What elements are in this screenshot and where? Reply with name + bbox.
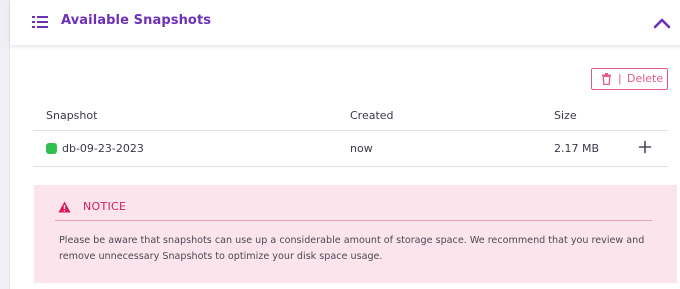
trash-icon [602, 73, 611, 85]
delete-button[interactable]: | Delete [591, 68, 668, 90]
column-header-snapshot[interactable]: Snapshot [46, 109, 97, 122]
warning-icon [58, 201, 71, 213]
snapshot-created: now [350, 142, 373, 155]
plus-icon[interactable] [638, 140, 652, 154]
table-row[interactable]: db-09-23-2023 now 2.17 MB [33, 132, 668, 166]
delete-separator: | [618, 72, 622, 85]
snapshot-size: 2.17 MB [554, 142, 600, 155]
notice-box: NOTICE Please be aware that snapshots ca… [34, 185, 677, 283]
column-header-size[interactable]: Size [554, 109, 577, 122]
snapshot-name: db-09-23-2023 [62, 142, 144, 155]
chevron-up-icon[interactable] [652, 13, 672, 33]
list-icon [32, 16, 48, 28]
row-divider [33, 166, 668, 167]
snapshots-panel: Available Snapshots | Delete Snapshot Cr… [9, 0, 680, 289]
notice-divider [55, 220, 652, 221]
table-header-divider [33, 130, 668, 131]
column-header-created[interactable]: Created [350, 109, 394, 122]
panel-header[interactable]: Available Snapshots [10, 0, 680, 45]
delete-label: Delete [627, 72, 664, 85]
notice-title: NOTICE [83, 200, 127, 213]
notice-text: Please be aware that snapshots can use u… [59, 235, 645, 262]
status-indicator [46, 143, 57, 154]
panel-title: Available Snapshots [61, 13, 212, 28]
